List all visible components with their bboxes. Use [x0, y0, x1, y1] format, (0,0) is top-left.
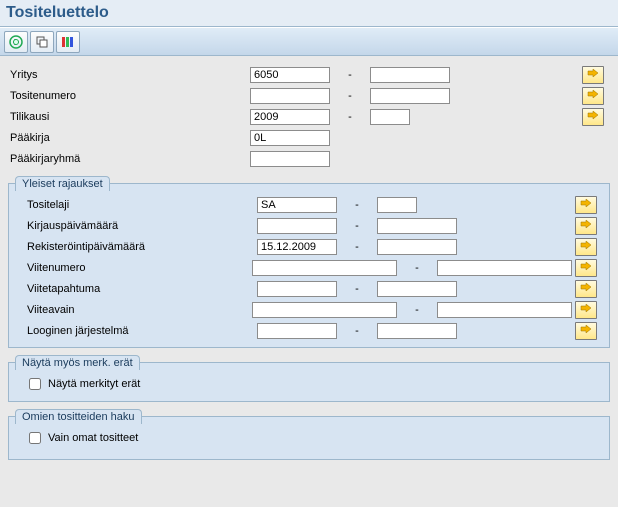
multiple-selection-button[interactable] — [575, 238, 597, 256]
group-legend: Näytä myös merk. erät — [15, 355, 140, 370]
range-dash: - — [337, 325, 377, 337]
range-dash: - — [330, 69, 370, 81]
param-row: Viitenumero - — [15, 257, 603, 278]
arrow-right-icon — [580, 198, 592, 211]
arrow-right-icon — [580, 282, 592, 295]
multiple-selection-button[interactable] — [575, 322, 597, 340]
high-value-input[interactable] — [370, 67, 450, 83]
low-value-input[interactable] — [250, 88, 330, 104]
low-value-input[interactable] — [257, 239, 337, 255]
multiple-selection-button[interactable] — [582, 66, 604, 84]
show-marked-checkbox[interactable] — [29, 378, 41, 390]
arrow-right-icon — [580, 324, 592, 337]
range-dash: - — [337, 283, 377, 295]
param-row: Tositenumero - — [8, 85, 610, 106]
field-label: Viitetapahtuma — [15, 283, 257, 295]
low-value-input[interactable] — [250, 109, 330, 125]
param-row: Tilikausi - — [8, 106, 610, 127]
field-label: Pääkirjaryhmä — [8, 153, 250, 165]
low-value-input[interactable] — [252, 302, 397, 318]
multiple-selection-button[interactable] — [575, 280, 597, 298]
high-value-input[interactable] — [377, 239, 457, 255]
range-dash: - — [337, 199, 377, 211]
multiple-selection-button[interactable] — [575, 196, 597, 214]
high-value-input[interactable] — [370, 109, 410, 125]
toolbar — [0, 27, 618, 56]
param-row: Yritys - — [8, 64, 610, 85]
selection-screen: Tositeluettelo Yritys-Tositenumero-Tilik… — [0, 0, 618, 472]
field-label: Looginen järjestelmä — [15, 325, 257, 337]
field-label: Tilikausi — [8, 111, 250, 123]
group-general: Yleiset rajauksetTositelaji-Kirjauspäivä… — [8, 183, 610, 348]
checkbox-label: Näytä merkityt erät — [48, 378, 140, 390]
param-row: Pääkirjaryhmä — [8, 148, 610, 169]
param-row: Viiteavain - — [15, 299, 603, 320]
field-label: Tositenumero — [8, 90, 250, 102]
field-label: Rekisteröintipäivämäärä — [15, 241, 257, 253]
high-value-input[interactable] — [437, 302, 572, 318]
param-row: Pääkirja — [8, 127, 610, 148]
low-value-input[interactable] — [257, 281, 337, 297]
range-dash: - — [330, 111, 370, 123]
group-own-docs: Omien tositteiden hakuVain omat tosittee… — [8, 416, 610, 460]
field-label: Viiteavain — [15, 304, 252, 316]
field-label: Viitenumero — [15, 262, 252, 274]
multiple-selection-button[interactable] — [575, 217, 597, 235]
high-value-input[interactable] — [377, 197, 417, 213]
arrow-right-icon — [587, 89, 599, 102]
high-value-input[interactable] — [377, 281, 457, 297]
param-row: Viitetapahtuma - — [15, 278, 603, 299]
checkbox-row: Näytä merkityt erät — [15, 373, 603, 395]
low-value-input[interactable] — [252, 260, 397, 276]
multiple-selection-button[interactable] — [582, 108, 604, 126]
page-title: Tositeluettelo — [6, 4, 109, 21]
dynamic-selections-button[interactable] — [56, 31, 80, 53]
range-dash: - — [337, 220, 377, 232]
low-value-input[interactable] — [257, 197, 337, 213]
checkbox-row: Vain omat tositteet — [15, 427, 603, 449]
low-value-input[interactable] — [257, 218, 337, 234]
low-value-input[interactable] — [257, 323, 337, 339]
low-value-input[interactable] — [250, 151, 330, 167]
get-variant-button[interactable] — [30, 31, 54, 53]
execute-button[interactable] — [4, 31, 28, 53]
high-value-input[interactable] — [377, 323, 457, 339]
arrow-right-icon — [580, 261, 592, 274]
range-dash: - — [337, 241, 377, 253]
own-docs-checkbox[interactable] — [29, 432, 41, 444]
arrow-right-icon — [587, 110, 599, 123]
parameters-area: Yritys - Tositenumero - Tilikausi - Pääkirja Pä… — [0, 56, 618, 472]
arrow-right-icon — [580, 240, 592, 253]
multiple-selection-button[interactable] — [582, 87, 604, 105]
param-row: Kirjauspäivämäärä - — [15, 215, 603, 236]
high-value-input[interactable] — [437, 260, 572, 276]
group-show-marked: Näytä myös merk. erätNäytä merkityt erät — [8, 362, 610, 402]
range-dash: - — [330, 90, 370, 102]
group-legend: Omien tositteiden haku — [15, 409, 142, 424]
field-label: Tositelaji — [15, 199, 257, 211]
arrow-right-icon — [580, 303, 592, 316]
field-label: Kirjauspäivämäärä — [15, 220, 257, 232]
range-dash: - — [397, 304, 436, 316]
high-value-input[interactable] — [370, 88, 450, 104]
low-value-input[interactable] — [250, 67, 330, 83]
multiple-selection-button[interactable] — [575, 301, 597, 319]
checkbox-label: Vain omat tositteet — [48, 432, 138, 444]
range-dash: - — [397, 262, 436, 274]
low-value-input[interactable] — [250, 130, 330, 146]
arrow-right-icon — [587, 68, 599, 81]
param-row: Rekisteröintipäivämäärä - — [15, 236, 603, 257]
group-legend: Yleiset rajaukset — [15, 176, 110, 191]
field-label: Yritys — [8, 69, 250, 81]
param-row: Tositelaji - — [15, 194, 603, 215]
title-bar: Tositeluettelo — [0, 0, 618, 27]
arrow-right-icon — [580, 219, 592, 232]
multiple-selection-button[interactable] — [575, 259, 597, 277]
field-label: Pääkirja — [8, 132, 250, 144]
param-row: Looginen järjestelmä - — [15, 320, 603, 341]
high-value-input[interactable] — [377, 218, 457, 234]
